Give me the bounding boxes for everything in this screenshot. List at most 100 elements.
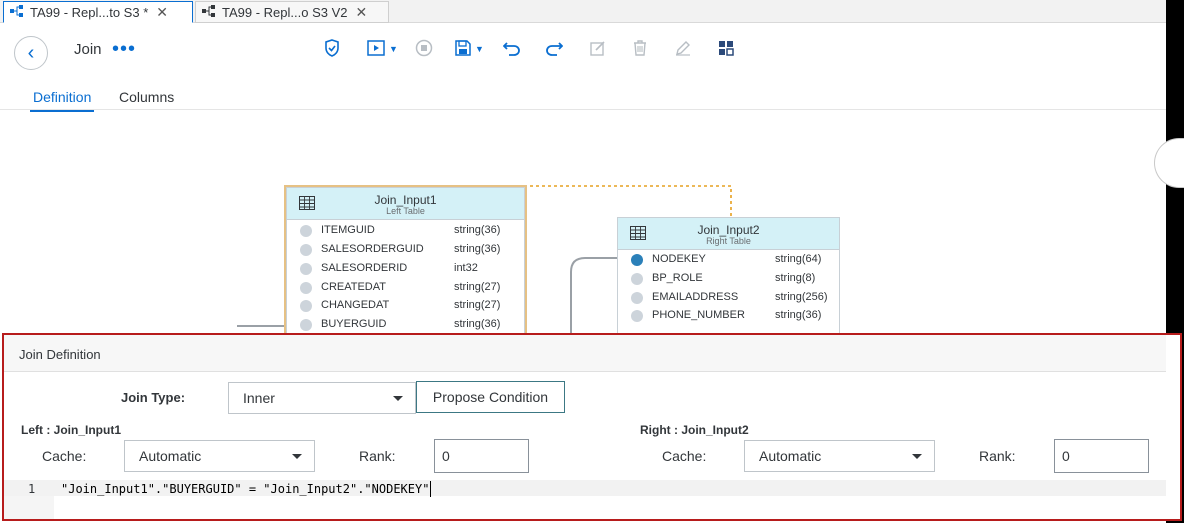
column-row[interactable]: SALESORDERID int32 [287, 259, 524, 278]
save-icon [455, 39, 471, 59]
column-row[interactable]: EMAILADDRESS string(256) [618, 288, 839, 307]
tab-columns[interactable]: Columns [119, 89, 174, 105]
column-name: PHONE_NUMBER [652, 309, 745, 321]
node-join-input1[interactable]: Join_Input1 Left Table ITEMGUID string(36… [284, 185, 527, 337]
column-type: string(256) [775, 291, 828, 303]
panel-header: Join Definition [4, 335, 1166, 372]
column-name: EMAILADDRESS [652, 291, 739, 303]
cache-value: Automatic [759, 448, 822, 464]
node-header: Join_Input2 Right Table [618, 218, 839, 250]
column-type: string(64) [775, 253, 822, 265]
column-name: CHANGEDAT [321, 299, 390, 311]
grid-layout-icon [718, 40, 734, 59]
column-type: string(36) [775, 309, 822, 321]
page-title: Join [74, 41, 102, 58]
key-port-icon[interactable] [631, 254, 643, 266]
column-name: CREATEDAT [321, 281, 386, 293]
port-icon[interactable] [631, 273, 643, 285]
graph-icon [202, 4, 216, 20]
more-options-button[interactable]: ••• [112, 38, 136, 61]
undo-icon [502, 40, 521, 59]
undo-button[interactable] [502, 38, 521, 60]
port-icon[interactable] [300, 319, 312, 331]
column-type: string(27) [454, 281, 501, 293]
join-type-value: Inner [243, 390, 275, 406]
back-button[interactable]: ‹ [14, 36, 48, 70]
trash-icon [633, 39, 647, 59]
propose-condition-button[interactable]: Propose Condition [416, 381, 565, 413]
column-row[interactable]: SALESORDERGUID string(36) [287, 240, 524, 259]
chevron-down-icon[interactable]: ▼ [475, 44, 484, 54]
graph-icon [10, 4, 24, 20]
editor-tab-2[interactable]: TA99 - Repl...o S3 V2 ✕ [195, 1, 389, 23]
text-cursor [430, 481, 431, 497]
join-condition-code[interactable]: "Join_Input1"."BUYERGUID" = "Join_Input2… [61, 482, 429, 496]
column-row[interactable]: NODEKEY string(64) [618, 250, 839, 269]
join-type-label: Join Type: [121, 390, 186, 405]
stop-button[interactable] [415, 38, 433, 60]
column-row[interactable]: BP_ROLE string(8) [618, 269, 839, 288]
delete-button[interactable] [633, 38, 647, 60]
column-row[interactable]: PHONE_NUMBER string(36) [618, 306, 839, 325]
shield-check-icon [324, 38, 340, 60]
column-name: ITEMGUID [321, 224, 375, 236]
rank-input-left[interactable]: 0 [434, 439, 529, 473]
edit-button[interactable] [590, 38, 606, 60]
cache-select-left[interactable]: Automatic [124, 440, 315, 472]
port-icon[interactable] [300, 244, 312, 256]
chevron-left-icon: ‹ [27, 41, 35, 64]
column-row[interactable]: CHANGEDAT string(27) [287, 296, 524, 315]
rank-label-left: Rank: [359, 448, 396, 464]
cache-select-right[interactable]: Automatic [744, 440, 935, 472]
column-row[interactable]: CREATEDAT string(27) [287, 278, 524, 297]
port-icon[interactable] [631, 310, 643, 322]
tab-definition[interactable]: Definition [29, 89, 95, 112]
port-icon[interactable] [631, 292, 643, 304]
close-icon[interactable]: ✕ [156, 4, 168, 21]
column-type: string(8) [775, 272, 816, 284]
column-name: BP_ROLE [652, 272, 703, 284]
chevron-down-icon [292, 454, 302, 459]
column-type: int32 [454, 262, 478, 274]
column-row[interactable]: ITEMGUID string(36) [287, 221, 524, 240]
column-type: string(36) [454, 318, 501, 330]
editor-tab-label: TA99 - Repl...o S3 V2 [222, 4, 348, 20]
play-icon [367, 39, 385, 59]
validate-button[interactable] [324, 38, 340, 60]
panel-title: Join Definition [19, 347, 101, 362]
port-icon[interactable] [300, 263, 312, 275]
stop-icon [415, 39, 433, 60]
column-type: string(36) [454, 224, 501, 236]
column-name: NODEKEY [652, 253, 706, 265]
chevron-down-icon [393, 396, 403, 401]
sub-tabbar [0, 78, 1166, 110]
node-title: Join_Input1 [374, 193, 437, 207]
port-icon[interactable] [300, 225, 312, 237]
tab-label: Columns [119, 89, 175, 105]
chevron-down-icon[interactable]: ▼ [389, 44, 398, 54]
tab-label: Definition [33, 89, 92, 105]
save-button[interactable]: ▼ [455, 38, 484, 60]
node-join-input2[interactable]: Join_Input2 Right Table NODEKEY string(64… [617, 217, 840, 335]
line-number: 1 [28, 482, 36, 496]
column-name: SALESORDERID [321, 262, 408, 274]
edit-box-icon [590, 40, 606, 59]
join-type-select[interactable]: Inner [228, 382, 416, 414]
rank-input-right[interactable]: 0 [1054, 439, 1149, 473]
pencil-button[interactable] [675, 38, 691, 60]
layout-button[interactable] [718, 38, 734, 60]
port-icon[interactable] [300, 300, 312, 312]
run-button[interactable]: ▼ [367, 38, 398, 60]
close-icon[interactable]: ✕ [356, 4, 368, 21]
rank-value: 0 [442, 448, 450, 464]
editor-tab-1[interactable]: TA99 - Repl...to S3 * ✕ [3, 1, 193, 23]
node-subtitle: Left Table [386, 206, 425, 216]
left-input-label: Left : Join_Input1 [21, 423, 121, 437]
column-row[interactable]: BUYERGUID string(36) [287, 315, 524, 334]
cache-label-left: Cache: [42, 448, 87, 464]
port-icon[interactable] [300, 282, 312, 294]
cache-value: Automatic [139, 448, 202, 464]
right-input-label: Right : Join_Input2 [640, 423, 749, 437]
column-name: SALESORDERGUID [321, 243, 424, 255]
redo-button[interactable] [545, 38, 564, 60]
